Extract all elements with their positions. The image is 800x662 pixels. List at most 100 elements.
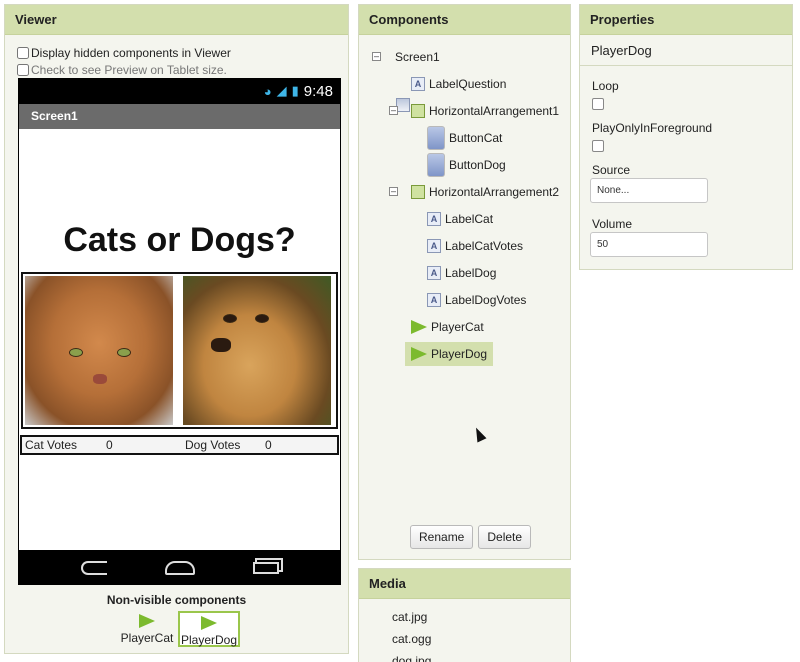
volume-field[interactable]: 50 (590, 232, 708, 257)
source-label: Source (592, 163, 631, 177)
components-header: Components (359, 5, 570, 35)
selected-component-name: PlayerDog (580, 35, 792, 66)
tablet-preview-option[interactable]: Check to see Preview on Tablet size. (17, 63, 227, 77)
player-icon (411, 320, 427, 334)
cat-nose (93, 374, 107, 384)
signal-icon: ◢ (276, 83, 287, 98)
recent-apps-icon (252, 561, 279, 574)
tree-item-label: ButtonDog (449, 158, 506, 172)
viewer-header: Viewer (5, 5, 348, 35)
tree-item-label: LabelQuestion (429, 77, 507, 91)
tree-item-label: LabelCat (445, 212, 494, 226)
collapse-toggle-ha1[interactable]: – (389, 106, 398, 115)
tree-item-label: PlayerDog (431, 347, 488, 361)
phone-preview: ◕ ◢ ▮ 9:48 Screen1 Cats or Dogs? Cat Vot… (18, 78, 341, 585)
media-item[interactable]: dog.jpg (392, 654, 431, 662)
display-hidden-option[interactable]: Display hidden components in Viewer (17, 46, 231, 60)
delete-button[interactable]: Delete (478, 525, 532, 549)
label-icon: A (427, 266, 441, 280)
android-nav-bar (18, 550, 341, 585)
media-item[interactable]: cat.jpg (392, 610, 427, 624)
media-header: Media (359, 569, 570, 599)
nonvisible-label: PlayerCat (120, 631, 174, 645)
play-foreground-label: PlayOnlyInForeground (592, 121, 713, 135)
media-item[interactable]: cat.ogg (392, 632, 431, 646)
properties-header: Properties (580, 5, 792, 35)
tree-item-label-dog-votes[interactable]: A LabelDogVotes (427, 290, 526, 310)
horizontal-arrangement-1[interactable] (21, 272, 338, 429)
button-icon (427, 126, 445, 150)
screen-icon (396, 98, 410, 112)
label-dog[interactable]: Dog Votes (185, 438, 240, 452)
loop-checkbox[interactable] (592, 98, 604, 110)
label-icon: A (427, 212, 441, 226)
tablet-preview-checkbox[interactable] (17, 64, 29, 76)
tree-item-horizontal-arrangement-2[interactable]: HorizontalArrangement2 (411, 182, 559, 202)
tree-item-label: Screen1 (395, 50, 440, 64)
loop-label: Loop (592, 79, 619, 93)
tree-item-label-cat-votes[interactable]: A LabelCatVotes (427, 236, 523, 256)
tree-item-button-dog[interactable]: ButtonDog (427, 153, 506, 177)
tree-item-label: HorizontalArrangement2 (429, 185, 560, 199)
player-icon (411, 347, 427, 361)
tree-item-label: LabelDogVotes (445, 293, 527, 307)
tree-item-player-dog[interactable]: PlayerDog (405, 342, 494, 366)
tree-item-label: HorizontalArrangement1 (429, 104, 560, 118)
cat-eye-left (69, 348, 83, 357)
nonvisible-player-dog[interactable]: PlayerDog (178, 611, 240, 647)
media-panel: Media cat.jpg cat.ogg dog.jpg (358, 568, 571, 662)
source-field[interactable]: None... (590, 178, 708, 203)
cat-eye-right (117, 348, 131, 357)
status-bar: ◕ ◢ ▮ 9:48 (18, 78, 341, 104)
rename-button[interactable]: Rename (410, 525, 474, 549)
home-icon (164, 560, 195, 575)
tree-item-label: LabelDog (445, 266, 497, 280)
screen-title-bar: Screen1 (19, 104, 340, 129)
tree-item-label-cat[interactable]: A LabelCat (427, 209, 493, 229)
play-foreground-checkbox[interactable] (592, 140, 604, 152)
dog-eye-left (223, 314, 237, 323)
display-hidden-label: Display hidden components in Viewer (31, 46, 231, 60)
label-cat[interactable]: Cat Votes (25, 438, 77, 452)
nonvisible-player-cat[interactable]: PlayerCat (116, 611, 178, 647)
properties-panel: Properties PlayerDog Loop PlayOnlyInFore… (579, 4, 793, 270)
button-dog-image[interactable] (183, 276, 331, 425)
tree-item-horizontal-arrangement-1[interactable]: HorizontalArrangement1 (411, 101, 559, 121)
tablet-preview-label: Check to see Preview on Tablet size. (31, 63, 227, 77)
tree-item-label-question[interactable]: A LabelQuestion (411, 74, 506, 94)
label-icon: A (427, 239, 441, 253)
horizontal-arrangement-icon (411, 185, 425, 199)
label-dog-votes[interactable]: 0 (265, 438, 272, 452)
status-time: 9:48 (303, 82, 333, 100)
horizontal-arrangement-2[interactable]: Cat Votes 0 Dog Votes 0 (20, 435, 339, 455)
dog-eye-right (255, 314, 269, 323)
button-icon (427, 153, 445, 177)
tree-item-button-cat[interactable]: ButtonCat (427, 126, 503, 150)
horizontal-arrangement-icon (411, 104, 425, 118)
nonvisible-label: PlayerDog (180, 633, 238, 647)
tree-item-label: ButtonCat (449, 131, 503, 145)
button-cat-image[interactable] (25, 276, 173, 425)
collapse-toggle-ha2[interactable]: – (389, 187, 398, 196)
wifi-icon: ◕ (263, 83, 272, 99)
player-icon (139, 614, 155, 628)
display-hidden-checkbox[interactable] (17, 47, 29, 59)
battery-icon: ▮ (291, 83, 299, 98)
tree-item-label: PlayerCat (431, 320, 484, 334)
label-icon: A (427, 293, 441, 307)
collapse-toggle-screen1[interactable]: – (372, 52, 381, 61)
back-icon (80, 560, 107, 575)
player-icon (201, 616, 217, 630)
screen-canvas[interactable]: Cats or Dogs? Cat Votes 0 Dog Votes 0 (19, 129, 340, 550)
components-panel: Components – Screen1 A LabelQuestion – H… (358, 4, 571, 560)
tree-item-label-dog[interactable]: A LabelDog (427, 263, 496, 283)
tree-item-screen1[interactable]: Screen1 (395, 47, 440, 112)
tree-item-label: LabelCatVotes (445, 239, 524, 253)
label-icon: A (411, 77, 425, 91)
tree-item-player-cat[interactable]: PlayerCat (411, 317, 484, 337)
component-actions: Rename Delete (410, 525, 532, 549)
dog-nose (211, 338, 231, 352)
label-question[interactable]: Cats or Dogs? (19, 221, 340, 260)
volume-label: Volume (592, 217, 633, 231)
label-cat-votes[interactable]: 0 (106, 438, 113, 452)
